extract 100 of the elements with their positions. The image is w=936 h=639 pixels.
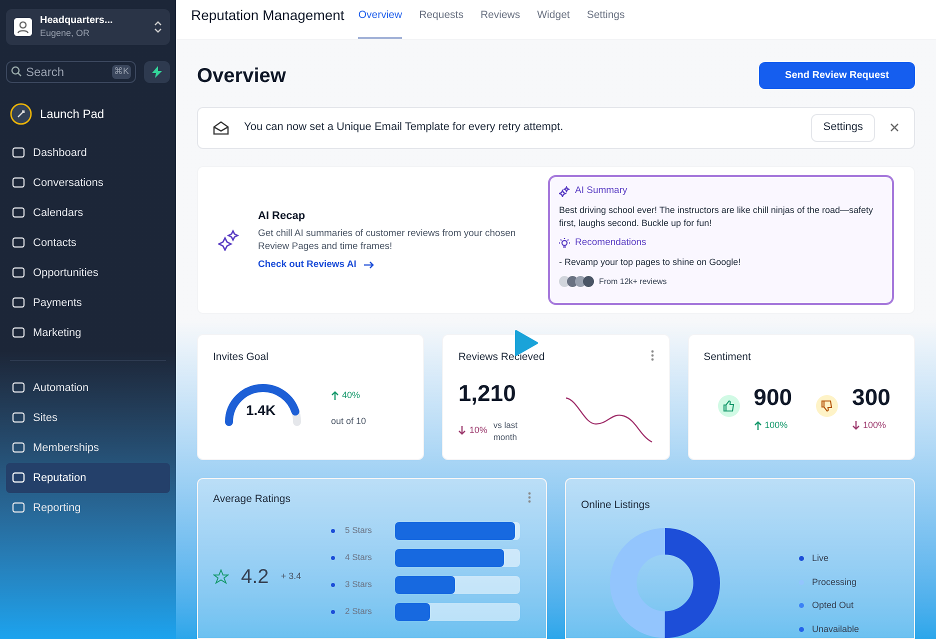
banner-message: You can now set a Unique Email Template for every retry attempt. [244, 120, 564, 136]
sparkle-icon [559, 186, 570, 197]
location-name: Headquarters... [40, 15, 114, 28]
ai-summary-text: Best driving school ever! The instructors are like chill ninjas of the road—safety first, laughs second. Buckle up for fun! [559, 204, 874, 230]
star-icon [213, 568, 229, 585]
nav-item[interactable]: Reputation [6, 462, 170, 493]
card-title: Average Ratings [213, 492, 290, 507]
change-up: 100% [754, 418, 792, 432]
thumbs-up-icon [718, 395, 740, 417]
bullet-icon [331, 528, 335, 533]
tab[interactable]: Settings [586, 8, 625, 39]
nav-item[interactable]: Calendars [6, 198, 170, 228]
nav-icon [12, 206, 25, 220]
legend-label: Opted Out [812, 599, 854, 612]
page-title: Overview [197, 64, 286, 89]
nav-item[interactable]: Conversations [6, 168, 170, 198]
lightbulb-icon [559, 238, 570, 249]
card-title: Online Listings [581, 499, 650, 511]
change-down: 100% [852, 418, 890, 432]
close-icon[interactable] [890, 123, 899, 132]
envelope-icon [213, 120, 229, 135]
nav-icon [12, 296, 25, 310]
bullet-icon [331, 556, 335, 560]
nav-item[interactable]: Reporting [6, 492, 170, 523]
chevron-updown-icon [154, 20, 162, 33]
card-title: Sentiment [704, 350, 752, 366]
nav-item[interactable]: Opportunities [6, 258, 170, 288]
nav-item[interactable]: Automation [6, 372, 170, 403]
gauge-value: 1.4K [246, 401, 276, 420]
legend-label: Processing [812, 576, 856, 589]
tab[interactable]: Widget [537, 8, 570, 39]
recommendations-title: Recomendations [575, 236, 646, 250]
nav-icon [12, 176, 25, 190]
send-review-request-button[interactable]: Send Review Request [759, 62, 915, 90]
arrow-down-icon [852, 420, 860, 430]
search-icon [11, 66, 22, 78]
user-icon [14, 18, 32, 36]
nav-icon [12, 381, 25, 394]
tab[interactable]: Requests [419, 8, 464, 39]
tab[interactable]: Overview [358, 8, 402, 39]
arrow-right-icon [364, 261, 374, 270]
reviews-count: 1,210 [458, 379, 517, 408]
legend-label: Live [812, 552, 828, 565]
nav-icon [12, 326, 25, 340]
nav-item[interactable]: Sites [6, 402, 170, 433]
launch-pad-link[interactable]: Launch Pad [40, 104, 104, 123]
change-down: 10% [458, 424, 488, 438]
card-title: Reviews Recieved [458, 350, 545, 366]
more-icon[interactable] [650, 350, 654, 362]
nav-icon [12, 266, 25, 280]
legend-label: Unavailable [812, 622, 859, 636]
rating-label: 5 Stars [345, 524, 373, 538]
nav-item[interactable]: Dashboard [6, 138, 170, 168]
bullet-icon [331, 582, 335, 587]
more-icon[interactable] [528, 492, 531, 503]
rating-change: + 3.4 [280, 570, 302, 583]
location-switcher[interactable]: Headquarters... Eugene, OR [6, 9, 170, 45]
thumbs-down-icon [816, 395, 838, 417]
average-rating-value: 4.2 [241, 564, 269, 590]
lightning-icon [152, 66, 162, 78]
sparkle-icon [218, 228, 240, 251]
ai-recap-title: AI Recap [258, 208, 306, 224]
search-field[interactable]: Search [26, 62, 108, 81]
nav-icon [12, 146, 25, 160]
quick-action-button[interactable] [144, 60, 170, 83]
settings-button[interactable]: Settings [811, 114, 875, 142]
recommendation-text: - Revamp your top pages to shine on Google! [559, 256, 742, 270]
reviewer-avatars [559, 276, 594, 288]
nav-icon [12, 236, 25, 250]
positive-count: 900 [754, 383, 792, 412]
rating-label: 3 Stars [345, 578, 373, 592]
nav-icon [12, 471, 25, 484]
tab[interactable]: Reviews [480, 8, 520, 39]
arrow-up-icon [754, 420, 762, 430]
nav-item[interactable]: Memberships [6, 432, 170, 463]
rating-label: 2 Stars [345, 605, 373, 618]
arrow-up-icon [331, 391, 339, 400]
bullet-icon [331, 610, 335, 614]
negative-count: 300 [852, 383, 890, 412]
reviews-count-note: From 12k+ reviews [599, 276, 667, 288]
card-title: Invites Goal [213, 350, 270, 366]
shortcut-hint: ⌘K [112, 65, 131, 78]
nav-item[interactable]: Payments [6, 288, 170, 318]
comparison-note: vs last month [493, 418, 518, 442]
ai-summary-title: AI Summary [575, 184, 628, 198]
ai-recap-description: Get chill AI summaries of customer reviews from your chosen Review Pages and time frames! [258, 227, 517, 254]
location-address: Eugene, OR [40, 28, 91, 39]
nav-item[interactable]: Marketing [6, 318, 170, 348]
nav-icon [12, 501, 25, 514]
arrow-down-icon [458, 426, 466, 435]
page-header-title: Reputation Management [191, 6, 344, 25]
goal-note: out of 10 [331, 414, 366, 428]
reviews-ai-link[interactable]: Check out Reviews AI [258, 258, 538, 272]
nav-item[interactable]: Contacts [6, 228, 170, 258]
rating-label: 4 Stars [345, 551, 373, 564]
change-up: 40% [331, 389, 366, 402]
nav-icon [12, 441, 25, 454]
nav-icon [12, 411, 25, 424]
search-box[interactable]: Search ⌘K [6, 60, 136, 83]
rocket-icon [10, 102, 32, 125]
